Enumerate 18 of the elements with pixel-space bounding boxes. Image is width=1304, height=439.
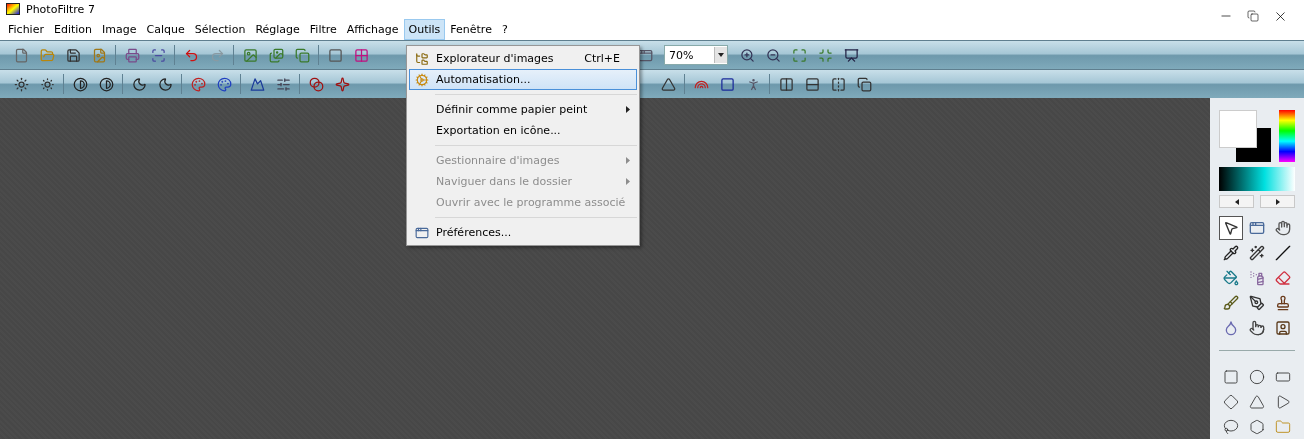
menu-option[interactable]: Définir comme papier peint xyxy=(409,99,637,120)
menu-item[interactable]: Calque xyxy=(141,18,190,40)
window-title: PhotoFiltre 7 xyxy=(26,2,95,16)
menu-item[interactable]: Réglage xyxy=(250,18,305,40)
menu-item[interactable]: Affichage xyxy=(341,18,404,40)
menu-item[interactable]: Fenêtre xyxy=(445,18,497,40)
menu-item[interactable]: Outils xyxy=(403,18,446,40)
menu-item[interactable]: Sélection xyxy=(189,18,251,40)
menu-option[interactable]: Automatisation... xyxy=(409,69,637,90)
menu-item[interactable]: Edition xyxy=(48,18,97,40)
zoom-combo[interactable]: 70% xyxy=(664,45,728,65)
menu-item[interactable]: ? xyxy=(496,18,513,40)
menu-option[interactable]: Exportation en icône... xyxy=(409,120,637,141)
menu-item[interactable]: Filtre xyxy=(304,18,342,40)
menu-option[interactable]: Explorateur d'images Ctrl+E xyxy=(409,48,637,69)
menu-option[interactable]: Préférences... xyxy=(409,222,637,243)
menu-item[interactable]: Image xyxy=(97,18,142,40)
menu-item[interactable]: Fichier xyxy=(3,18,49,40)
